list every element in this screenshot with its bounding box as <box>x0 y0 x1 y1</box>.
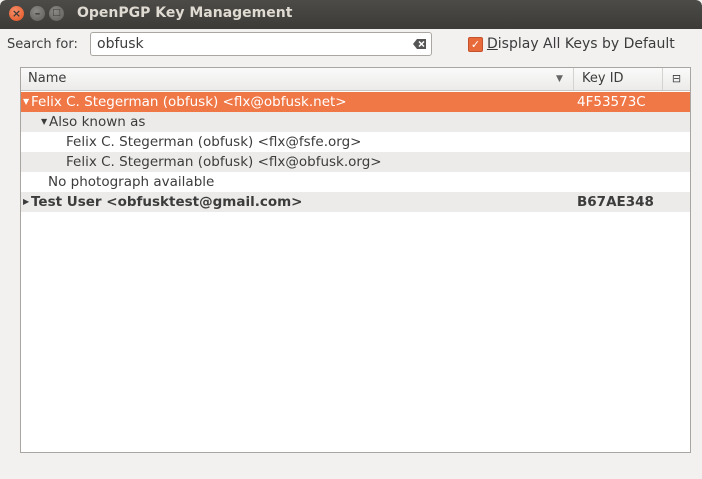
window-bottom-area <box>0 453 702 479</box>
window-title: OpenPGP Key Management <box>77 5 293 21</box>
row-name: Felix C. Stegerman (obfusk) <flx@obfusk.… <box>66 154 382 170</box>
clear-search-icon[interactable] <box>413 38 427 50</box>
row-name: Felix C. Stegerman (obfusk) <flx@obfusk.… <box>31 94 347 110</box>
minimize-window-button[interactable]: – <box>30 6 45 21</box>
display-all-keys-option[interactable]: ✓ Display All Keys by Default <box>468 36 675 52</box>
row-name: Test User <obfusktest@gmail.com> <box>31 194 303 210</box>
tree-row-key-felix[interactable]: ▼ Felix C. Stegerman (obfusk) <flx@obfus… <box>21 92 690 112</box>
row-key-id: B67AE348 <box>577 194 654 210</box>
display-all-keys-label: Display All Keys by Default <box>487 36 675 52</box>
tree-row-no-photo[interactable]: No photograph available <box>21 172 690 192</box>
close-window-button[interactable]: × <box>9 6 24 21</box>
sort-descending-icon: ▼ <box>556 74 563 84</box>
search-input[interactable] <box>97 36 397 52</box>
search-box[interactable] <box>90 32 432 56</box>
display-all-keys-checkbox[interactable]: ✓ <box>468 36 483 52</box>
search-label: Search for: <box>7 37 78 52</box>
column-header-key-id[interactable]: Key ID <box>574 68 663 90</box>
expanded-arrow-icon[interactable]: ▼ <box>41 112 47 132</box>
collapsed-arrow-icon[interactable]: ▶ <box>23 192 29 212</box>
tree-row-uid-obfusk-org[interactable]: Felix C. Stegerman (obfusk) <flx@obfusk.… <box>21 152 690 172</box>
expanded-arrow-icon[interactable]: ▼ <box>23 92 29 112</box>
app-window: × – □ OpenPGP Key Management Search for:… <box>0 0 702 479</box>
tree-row-uid-fsfe[interactable]: Felix C. Stegerman (obfusk) <flx@fsfe.or… <box>21 132 690 152</box>
row-name: No photograph available <box>48 174 215 190</box>
tree-row-key-test-user[interactable]: ▶ Test User <obfusktest@gmail.com> B67AE… <box>21 192 690 212</box>
row-name: Also known as <box>49 114 146 130</box>
tree-header: Name ▼ Key ID ⊟ <box>21 68 690 91</box>
title-bar: × – □ OpenPGP Key Management <box>0 0 702 29</box>
tree-row-also-known-as[interactable]: ▼ Also known as <box>21 112 690 132</box>
maximize-window-button[interactable]: □ <box>49 6 64 21</box>
column-picker-icon[interactable]: ⊟ <box>663 68 690 90</box>
column-header-name[interactable]: Name <box>21 68 574 90</box>
row-name: Felix C. Stegerman (obfusk) <flx@fsfe.or… <box>66 134 362 150</box>
row-key-id: 4F53573C <box>577 94 646 110</box>
key-tree[interactable]: Name ▼ Key ID ⊟ ▼ Felix C. Stegerman (ob… <box>20 67 691 453</box>
